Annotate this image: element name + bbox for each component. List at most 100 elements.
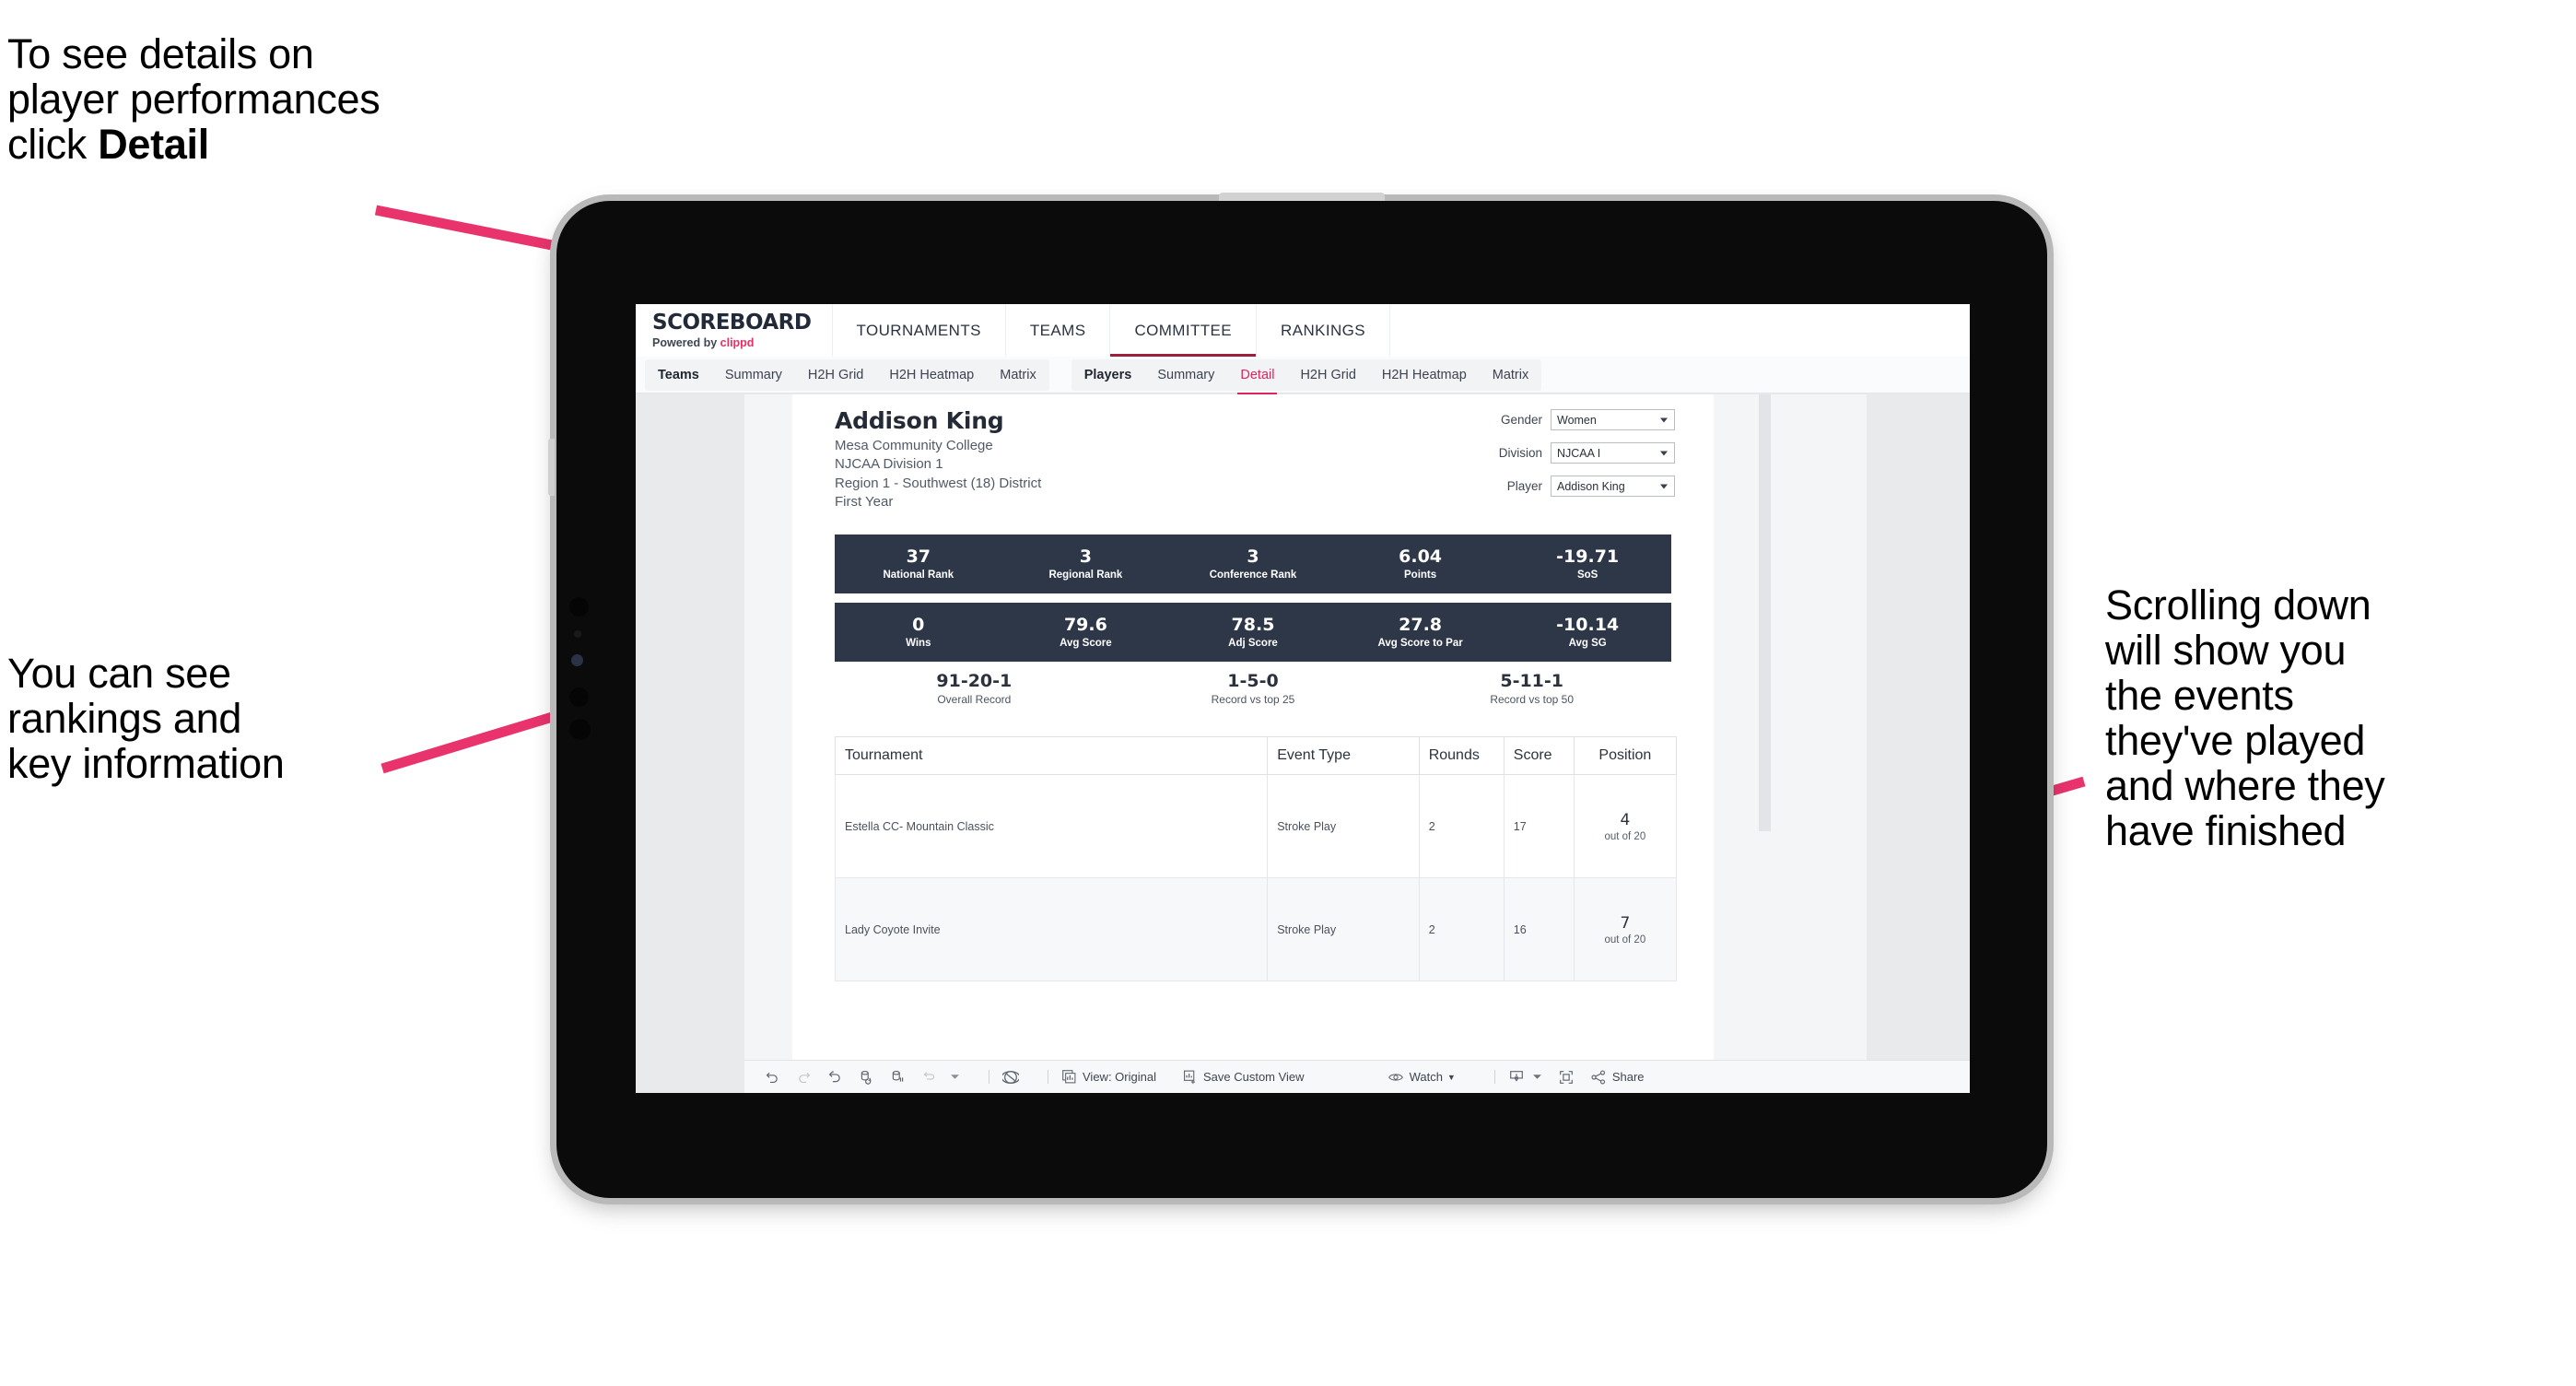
save-custom-view-button[interactable]: Save Custom View: [1182, 1069, 1305, 1085]
kpi-adj-score: 78.5 Adj Score: [1169, 614, 1337, 650]
cell-score: 16: [1503, 877, 1575, 981]
chevron-down-icon[interactable]: [1532, 1072, 1542, 1082]
topnav-tournaments[interactable]: TOURNAMENTS: [833, 304, 1006, 357]
pause-data-icon[interactable]: [890, 1069, 906, 1085]
watch-button[interactable]: Watch ▼: [1388, 1069, 1456, 1086]
filter-value-gender: Women: [1557, 413, 1597, 427]
brand-subtitle: Powered by clippd: [652, 336, 812, 349]
kpi-label: Wins: [906, 638, 931, 650]
topnav-teams[interactable]: TEAMS: [1006, 304, 1111, 357]
tab-players-matrix[interactable]: Matrix: [1480, 359, 1541, 391]
share-button[interactable]: Share: [1590, 1069, 1645, 1086]
chevron-down-icon: [1660, 417, 1668, 422]
filter-value-player: Addison King: [1557, 479, 1625, 493]
tournaments-table: Tournament Event Type Rounds Score Posit…: [834, 736, 1678, 981]
tablet-microphone-icon: [574, 630, 581, 638]
chevron-down-icon[interactable]: [950, 1072, 960, 1082]
app-header: SCOREBOARD Powered by clippd TOURNAMENTS…: [636, 304, 1970, 357]
tab-players-h2h-grid[interactable]: H2H Grid: [1287, 359, 1368, 391]
kpi-value: 79.6: [1063, 614, 1107, 635]
kpi-bar-rankings: 37 National Rank 3 Regional Rank 3 Confe…: [835, 534, 1671, 593]
kpi-label: National Rank: [883, 570, 954, 581]
filter-label-player: Player: [1506, 479, 1542, 493]
cell-position: 4 out of 20: [1573, 774, 1678, 878]
cell-rounds: 2: [1418, 877, 1505, 981]
filter-row-division: Division NJCAA I: [1458, 442, 1675, 464]
column-header-rounds[interactable]: Rounds: [1418, 736, 1505, 775]
brand-logo[interactable]: SCOREBOARD Powered by clippd: [636, 304, 833, 357]
position-number: 7: [1620, 913, 1631, 933]
record-vs-top-25: 1-5-0 Record vs top 25: [1114, 671, 1393, 706]
fullscreen-icon[interactable]: [1558, 1069, 1575, 1086]
tab-teams-h2h-heatmap[interactable]: H2H Heatmap: [876, 359, 987, 391]
tablet-camera-icon: [569, 597, 589, 617]
view-original-button[interactable]: View: Original: [1061, 1069, 1156, 1085]
record-label: Record vs top 50: [1490, 693, 1575, 706]
kpi-value: -10.14: [1556, 614, 1620, 635]
annotation-detail-text: To see details on player performances cl…: [7, 31, 634, 167]
kpi-label: Avg Score: [1060, 638, 1112, 650]
kpi-value: 78.5: [1231, 614, 1275, 635]
tablet-top-speaker: [1219, 193, 1385, 201]
kpi-wins: 0 Wins: [835, 615, 1002, 650]
pause-refresh-globe-icon[interactable]: [1002, 1069, 1019, 1086]
topnav-rankings[interactable]: RANKINGS: [1257, 304, 1391, 357]
player-info-block: Addison King Mesa Community College NJCA…: [835, 407, 1041, 510]
filter-select-gender[interactable]: Women: [1551, 409, 1675, 430]
filter-row-player: Player Addison King: [1458, 476, 1675, 497]
kpi-avg-score-to-par: 27.8 Avg Score to Par: [1337, 615, 1505, 650]
tab-players-h2h-heatmap[interactable]: H2H Heatmap: [1369, 359, 1480, 391]
tablet-sensor-secondary-icon: [569, 687, 589, 707]
revert-icon[interactable]: [827, 1069, 843, 1085]
tab-players-summary[interactable]: Summary: [1144, 359, 1227, 391]
teams-tab-group: Teams Summary H2H Grid H2H Heatmap Matri…: [645, 358, 1049, 391]
record-value: 91-20-1: [936, 671, 1013, 691]
filter-panel: Gender Women Division NJCAA I Player Add…: [1458, 409, 1675, 509]
kpi-label: Points: [1404, 570, 1437, 581]
workbook-area: Addison King Mesa Community College NJCA…: [636, 394, 1970, 1093]
column-header-position[interactable]: Position: [1573, 736, 1678, 775]
chevron-down-icon: [1660, 484, 1668, 488]
tab-teams-h2h-grid[interactable]: H2H Grid: [795, 359, 876, 391]
cell-position: 7 out of 20: [1573, 877, 1678, 981]
table-row[interactable]: Lady Coyote Invite Stroke Play 2 16 7 ou…: [834, 877, 1678, 981]
kpi-national-rank: 37 National Rank: [835, 546, 1002, 581]
position-outof: out of 20: [1604, 830, 1646, 842]
filter-select-player[interactable]: Addison King: [1551, 476, 1675, 497]
column-header-event-type[interactable]: Event Type: [1267, 736, 1420, 775]
tab-teams-summary[interactable]: Summary: [712, 359, 795, 391]
kpi-value: 3: [1247, 546, 1259, 567]
tablet-screen: SCOREBOARD Powered by clippd TOURNAMENTS…: [636, 304, 1970, 1093]
table-row[interactable]: Estella CC- Mountain Classic Stroke Play…: [834, 774, 1678, 878]
tablet-side-button[interactable]: [548, 439, 555, 496]
toolbar-divider: [1493, 1070, 1495, 1084]
kpi-regional-rank: 3 Regional Rank: [1002, 546, 1170, 581]
tab-players-detail[interactable]: Detail: [1227, 359, 1287, 395]
record-value: 1-5-0: [1227, 671, 1279, 691]
brand-title: SCOREBOARD: [652, 310, 812, 335]
players-tab-group: Players Summary Detail H2H Grid H2H Heat…: [1071, 358, 1542, 395]
cell-event-type: Stroke Play: [1267, 774, 1420, 878]
player-name: Addison King: [835, 407, 1004, 434]
column-header-tournament[interactable]: Tournament: [834, 736, 1269, 775]
tab-teams[interactable]: Teams: [645, 359, 712, 391]
pause-auto-update-icon[interactable]: [921, 1069, 942, 1085]
player-year: First Year: [835, 494, 894, 510]
save-custom-view-label: Save Custom View: [1202, 1070, 1305, 1084]
player-division: NJCAA Division 1: [835, 456, 943, 472]
annotation-rankings-text: You can see rankings and key information: [7, 650, 285, 788]
vertical-scrollbar[interactable]: [1759, 394, 1771, 831]
kpi-avg-score: 79.6 Avg Score: [1002, 614, 1170, 650]
undo-icon[interactable]: [765, 1069, 780, 1085]
tab-teams-matrix[interactable]: Matrix: [987, 359, 1048, 391]
redo-icon[interactable]: [796, 1069, 812, 1085]
kpi-avg-sg: -10.14 Avg SG: [1504, 614, 1671, 650]
topnav-committee[interactable]: COMMITTEE: [1110, 304, 1258, 357]
refresh-data-icon[interactable]: [859, 1069, 874, 1085]
position-number: 4: [1620, 810, 1631, 829]
filter-select-division[interactable]: NJCAA I: [1551, 442, 1675, 464]
tab-players[interactable]: Players: [1071, 359, 1145, 391]
cell-score: 17: [1503, 774, 1575, 878]
download-icon[interactable]: [1508, 1069, 1525, 1086]
column-header-score[interactable]: Score: [1503, 736, 1575, 775]
